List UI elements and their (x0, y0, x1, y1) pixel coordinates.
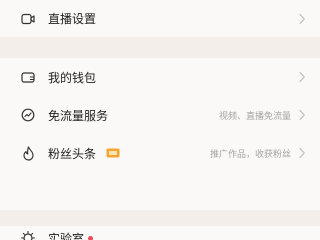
chevron-right-icon (299, 71, 305, 83)
section-middle: 我的钱包 免流量服务 视频、直播免流量 粉丝头条 推广作品，收获粉丝 (0, 58, 320, 210)
menu-item-data-free-service[interactable]: 免流量服务 视频、直播免流量 (0, 96, 320, 134)
chevron-right-icon (299, 147, 305, 159)
menu-item-label: 我的钱包 (48, 70, 97, 85)
menu-item-label: 免流量服务 (48, 108, 109, 123)
video-camera-icon (20, 11, 36, 27)
menu-item-detail: 推广作品，收获粉丝 (209, 149, 291, 160)
menu-item-wallet[interactable]: 我的钱包 (0, 58, 320, 96)
lightbulb-icon (20, 230, 36, 240)
section-top: 直播设置 (0, 0, 320, 37)
menu-item-label: 粉丝头条 (48, 146, 97, 161)
menu-item-fan-headlines[interactable]: 粉丝头条 推广作品，收获粉丝 (0, 134, 320, 172)
menu-item-lab[interactable]: 实验室 (0, 226, 320, 240)
speed-gauge-icon (20, 107, 36, 123)
flame-icon (20, 145, 36, 161)
menu-item-label: 直播设置 (48, 12, 97, 26)
section-bottom: 实验室 (0, 226, 320, 240)
chevron-right-icon (299, 13, 305, 24)
menu-item-live-settings[interactable]: 直播设置 (0, 0, 320, 37)
menu-item-detail: 视频、直播免流量 (218, 111, 291, 122)
notification-dot (88, 235, 94, 240)
chevron-right-icon (299, 109, 305, 121)
menu-item-label: 实验室 (48, 231, 85, 240)
ticket-icon (106, 148, 120, 158)
wallet-icon (20, 69, 36, 85)
